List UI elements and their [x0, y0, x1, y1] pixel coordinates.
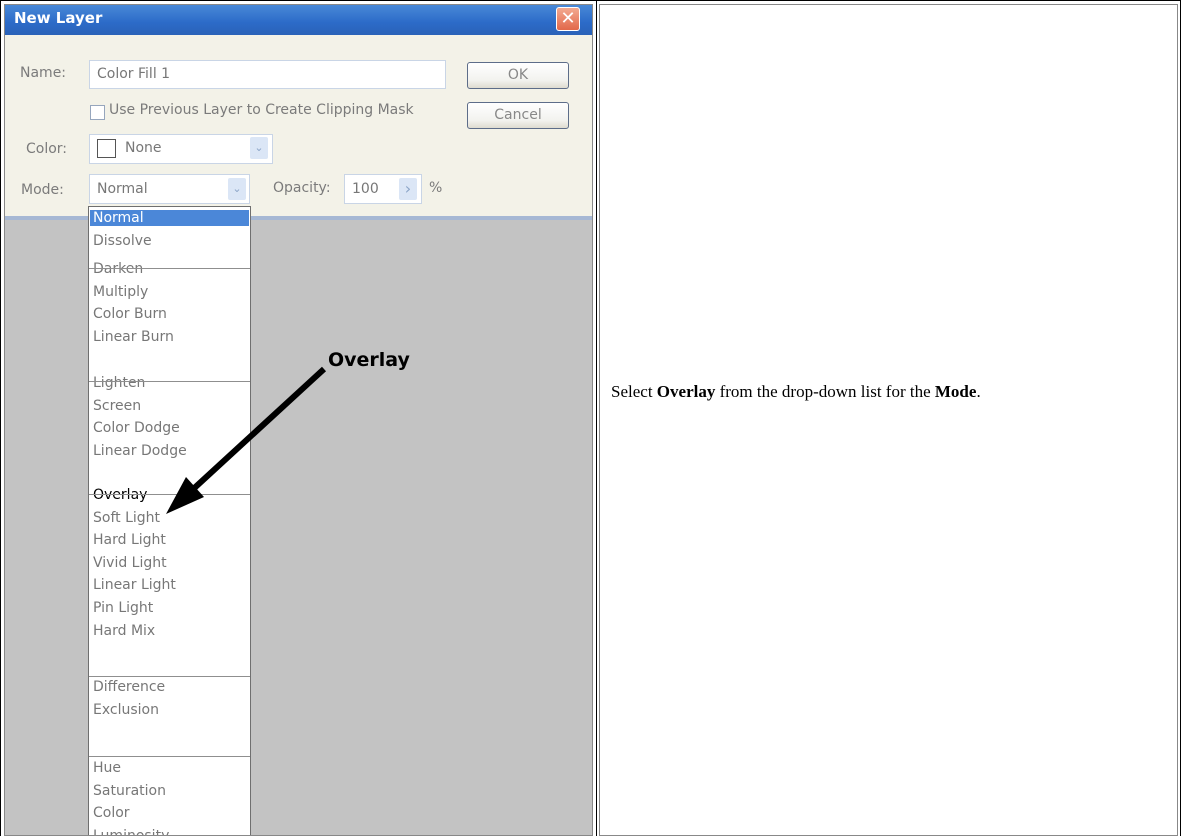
instruction-post: .: [976, 382, 981, 401]
instruction-mode: Mode: [934, 382, 977, 401]
instruction-overlay: Overlay: [656, 382, 716, 401]
instruction-pre: Select: [611, 382, 657, 401]
column-divider: [596, 0, 597, 836]
instruction-mid: from the drop-down list for the: [715, 382, 935, 401]
screenshot-cell: New Layer ✕ Name: Color Fill 1 Use Previ…: [4, 4, 592, 836]
annotation-callout: Overlay: [328, 349, 410, 371]
annotation-arrow: [166, 366, 327, 514]
instruction-text: Select Overlay from the drop-down list f…: [611, 381, 1131, 403]
